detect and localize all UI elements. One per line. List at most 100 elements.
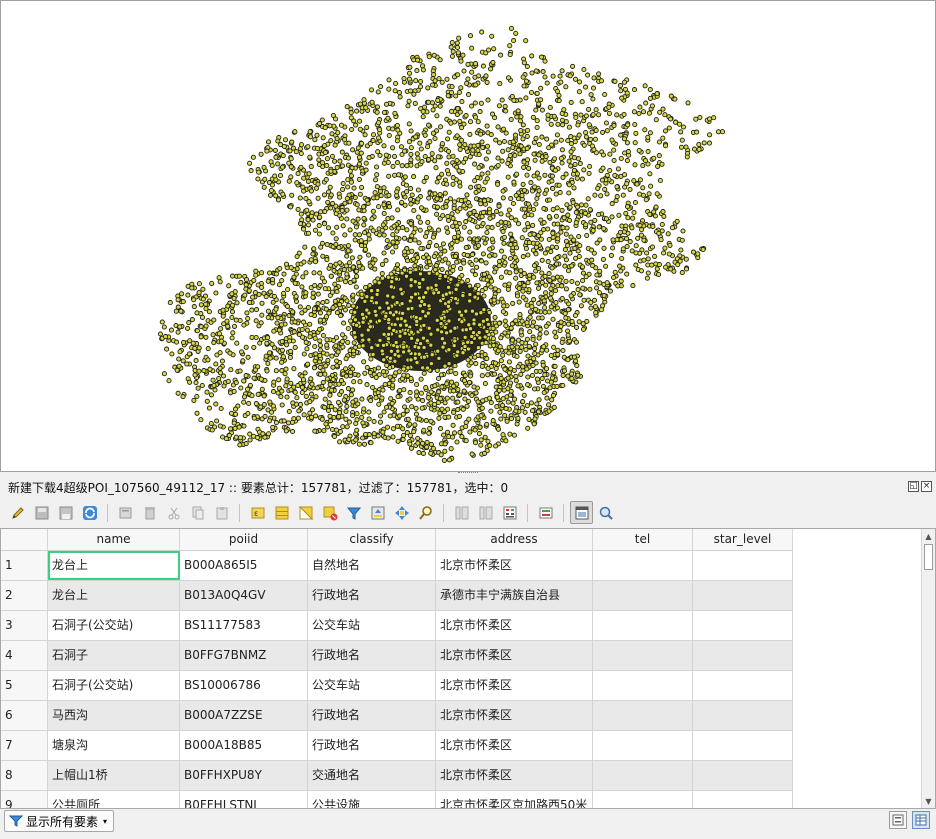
- paste-icon[interactable]: [210, 501, 233, 524]
- cell-name[interactable]: 石洞子(公交站): [48, 611, 180, 640]
- cell-poiid[interactable]: B0FFHXPU8Y: [180, 761, 308, 790]
- cell-star-level[interactable]: [693, 611, 793, 640]
- cell-address[interactable]: 北京市怀柔区: [436, 671, 593, 700]
- cell-star-level[interactable]: [693, 701, 793, 730]
- conditional-format-icon[interactable]: [534, 501, 557, 524]
- form-view-icon[interactable]: [889, 811, 907, 829]
- new-field-icon[interactable]: [450, 501, 473, 524]
- copy-icon[interactable]: [186, 501, 209, 524]
- table-row[interactable]: 8 上帽山1桥 B0FFHXPU8Y 交通地名 北京市怀柔区: [1, 761, 793, 791]
- row-number[interactable]: 3: [1, 611, 48, 640]
- table-row[interactable]: 5 石洞子(公交站) BS10006786 公交车站 北京市怀柔区: [1, 671, 793, 701]
- cell-name[interactable]: 龙台上: [48, 551, 180, 580]
- show-all-features-button[interactable]: 显示所有要素 ▾: [4, 810, 115, 832]
- cell-star-level[interactable]: [693, 581, 793, 610]
- move-to-top-icon[interactable]: [366, 501, 389, 524]
- cell-address[interactable]: 北京市怀柔区京加路西50米: [436, 791, 593, 808]
- table-row[interactable]: 3 石洞子(公交站) BS11177583 公交车站 北京市怀柔区: [1, 611, 793, 641]
- cell-tel[interactable]: [593, 581, 693, 610]
- cell-poiid[interactable]: B000A865I5: [180, 551, 308, 580]
- cell-classify[interactable]: 行政地名: [308, 731, 436, 760]
- pan-to-selection-icon[interactable]: [390, 501, 413, 524]
- reload-icon[interactable]: [78, 501, 101, 524]
- cell-classify[interactable]: 交通地名: [308, 761, 436, 790]
- cell-address[interactable]: 北京市怀柔区: [436, 641, 593, 670]
- scrollbar-thumb[interactable]: [924, 544, 933, 570]
- cell-tel[interactable]: [593, 731, 693, 760]
- table-row[interactable]: 4 石洞子 B0FFG7BNMZ 行政地名 北京市怀柔区: [1, 641, 793, 671]
- row-number[interactable]: 5: [1, 671, 48, 700]
- cell-star-level[interactable]: [693, 731, 793, 760]
- cell-classify[interactable]: 行政地名: [308, 641, 436, 670]
- column-header-classify[interactable]: classify: [308, 529, 436, 551]
- cell-name[interactable]: 上帽山1桥: [48, 761, 180, 790]
- cell-star-level[interactable]: [693, 551, 793, 580]
- zoom-to-selection-icon[interactable]: [414, 501, 437, 524]
- actions-icon[interactable]: [594, 501, 617, 524]
- column-header-address[interactable]: address: [436, 529, 593, 551]
- cell-tel[interactable]: [593, 671, 693, 700]
- table-row[interactable]: 2 龙台上 B013A0Q4GV 行政地名 承德市丰宁满族自治县: [1, 581, 793, 611]
- scroll-up-icon[interactable]: ▲: [922, 529, 935, 543]
- cell-name[interactable]: 龙台上: [48, 581, 180, 610]
- cell-name[interactable]: 马西沟: [48, 701, 180, 730]
- cell-tel[interactable]: [593, 791, 693, 808]
- cell-poiid[interactable]: B000A7ZZSE: [180, 701, 308, 730]
- row-number[interactable]: 6: [1, 701, 48, 730]
- table-row[interactable]: 1 龙台上 B000A865I5 自然地名 北京市怀柔区: [1, 551, 793, 581]
- map-canvas[interactable]: [0, 0, 936, 472]
- field-calculator-icon[interactable]: [498, 501, 521, 524]
- cell-classify[interactable]: 行政地名: [308, 581, 436, 610]
- cell-tel[interactable]: [593, 701, 693, 730]
- column-header-poiid[interactable]: poiid: [180, 529, 308, 551]
- cell-poiid[interactable]: BS11177583: [180, 611, 308, 640]
- cell-poiid[interactable]: B000A18B85: [180, 731, 308, 760]
- cell-classify[interactable]: 自然地名: [308, 551, 436, 580]
- cell-classify[interactable]: 行政地名: [308, 701, 436, 730]
- scroll-down-icon[interactable]: ▼: [922, 794, 935, 808]
- pencil-icon[interactable]: [6, 501, 29, 524]
- row-number[interactable]: 2: [1, 581, 48, 610]
- select-by-expression-icon[interactable]: ε: [246, 501, 269, 524]
- cell-poiid[interactable]: BS10006786: [180, 671, 308, 700]
- table-row[interactable]: 7 塘泉沟 B000A18B85 行政地名 北京市怀柔区: [1, 731, 793, 761]
- cell-poiid[interactable]: B0FFG7BNMZ: [180, 641, 308, 670]
- cell-address[interactable]: 北京市怀柔区: [436, 761, 593, 790]
- close-window-icon[interactable]: ×: [921, 481, 932, 492]
- row-number[interactable]: 8: [1, 761, 48, 790]
- save-edits-icon[interactable]: [30, 501, 53, 524]
- splitter-handle[interactable]: [458, 472, 478, 475]
- cell-name[interactable]: 石洞子(公交站): [48, 671, 180, 700]
- cell-address[interactable]: 承德市丰宁满族自治县: [436, 581, 593, 610]
- column-header-star-level[interactable]: star_level: [693, 529, 793, 551]
- cell-poiid[interactable]: B013A0Q4GV: [180, 581, 308, 610]
- cell-address[interactable]: 北京市怀柔区: [436, 611, 593, 640]
- cell-poiid[interactable]: B0FFHLSTNL: [180, 791, 308, 808]
- table-corner[interactable]: [1, 529, 48, 550]
- dock-icon[interactable]: [570, 501, 593, 524]
- cell-name[interactable]: 塘泉沟: [48, 731, 180, 760]
- delete-icon[interactable]: [138, 501, 161, 524]
- cell-tel[interactable]: [593, 611, 693, 640]
- attribute-table[interactable]: name poiid classify address tel star_lev…: [0, 528, 936, 809]
- column-header-name[interactable]: name: [48, 529, 180, 551]
- cell-star-level[interactable]: [693, 791, 793, 808]
- vertical-scrollbar[interactable]: ▲ ▼: [921, 529, 935, 808]
- cell-tel[interactable]: [593, 551, 693, 580]
- cell-address[interactable]: 北京市怀柔区: [436, 551, 593, 580]
- delete-field-icon[interactable]: [474, 501, 497, 524]
- cell-classify[interactable]: 公交车站: [308, 611, 436, 640]
- column-header-tel[interactable]: tel: [593, 529, 693, 551]
- table-row[interactable]: 9 公共厕所 B0FFHLSTNL 公共设施 北京市怀柔区京加路西50米: [1, 791, 793, 808]
- cell-address[interactable]: 北京市怀柔区: [436, 731, 593, 760]
- cell-classify[interactable]: 公交车站: [308, 671, 436, 700]
- cell-name[interactable]: 石洞子: [48, 641, 180, 670]
- select-all-icon[interactable]: [270, 501, 293, 524]
- row-number[interactable]: 4: [1, 641, 48, 670]
- row-number[interactable]: 1: [1, 551, 48, 580]
- deselect-icon[interactable]: [318, 501, 341, 524]
- invert-selection-icon[interactable]: [294, 501, 317, 524]
- cell-star-level[interactable]: [693, 761, 793, 790]
- cell-tel[interactable]: [593, 761, 693, 790]
- table-view-icon[interactable]: [912, 811, 930, 829]
